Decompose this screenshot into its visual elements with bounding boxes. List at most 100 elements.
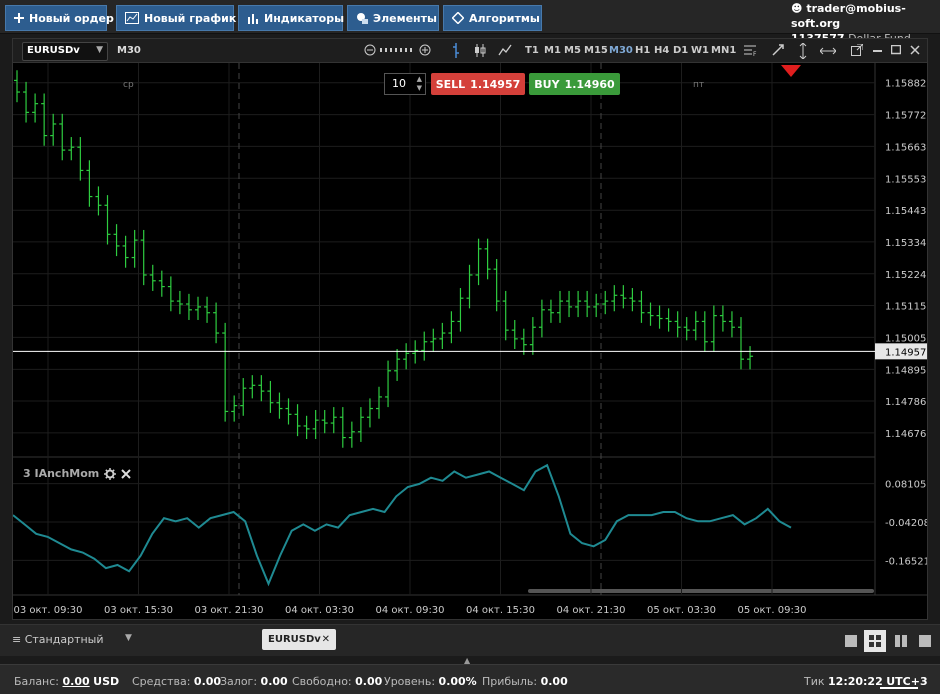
plus-icon [14,13,24,23]
time-tick-label: 03 окт. 21:30 [194,605,263,616]
layout-single-icon[interactable] [840,630,862,652]
indicator-tick-label: 0.08105 [885,480,926,491]
sell-label: SELL [435,77,466,91]
price-tick-label: 1.15553 [885,174,926,185]
margin: Залог: 0.00 [220,675,288,688]
layout-cascade-icon[interactable] [914,630,936,652]
lot-size-input[interactable]: 10 ▲ ▼ [384,73,426,95]
shapes-icon [357,13,368,24]
new-chart-label: Новый график [144,11,237,25]
time-tick-label: 03 окт. 09:30 [13,605,82,616]
price-tick-label: 1.15115 [885,301,926,312]
sell-button[interactable]: SELL 1.14957 [431,73,525,95]
indicators-label: Индикаторы [264,11,345,25]
profit: Прибыль: 0.00 [482,675,568,688]
tf-M1[interactable]: M1 [544,45,561,56]
chart-settings-icon[interactable]: F [743,44,757,57]
algorithms-button[interactable]: Алгоритмы [443,5,542,31]
new-order-label: Новый ордер [29,11,114,25]
chart-tab-label: EURUSDv [268,634,321,645]
workspace-select[interactable]: ≡ Стандартный [12,633,104,646]
chevron-down-icon[interactable]: ▼ [125,633,132,643]
workspace-bar: ≡ Стандартный ▼ EURUSDv ✕ [0,624,940,656]
tf-MN1[interactable]: MN1 [711,45,736,56]
price-tick-label: 1.15443 [885,206,926,217]
balance: Баланс: 0.00 USD [14,675,120,688]
buy-price: 1.14960 [564,77,615,91]
symbol-select[interactable]: EURUSDv ▼ [22,42,108,61]
current-timeframe: M30 [117,45,141,56]
trendline-icon[interactable] [771,43,785,57]
zoom-slider[interactable] [380,48,414,52]
main-toolbar: Новый ордер Новый график Индикаторы Элем… [0,0,940,45]
close-tab-icon[interactable]: ✕ [322,634,330,645]
margin-level: Уровень: 0.00% [384,675,477,688]
tf-D1[interactable]: D1 [673,45,688,56]
user-icon: ☻ [791,2,803,15]
buy-button[interactable]: BUY 1.14960 [529,73,620,95]
algorithms-label: Алгоритмы [469,11,540,25]
chart-toolbar: EURUSDv ▼ M30 T1 M1 M5 M15 M30 H1 H4 D1 … [13,39,927,63]
line-type-icon[interactable] [498,43,512,57]
status-bar: Баланс: 0.00 USD Средства: 0.00 Залог: 0… [0,664,940,694]
tf-M15[interactable]: M15 [584,45,608,56]
zoom-out-icon[interactable] [364,44,376,56]
vertical-line-icon[interactable] [799,43,807,59]
minimize-icon[interactable] [873,50,883,53]
time-tick-label: 04 окт. 21:30 [556,605,625,616]
price-tick-label: 1.15882 [885,79,926,90]
chart-icon [125,12,139,24]
tf-M5[interactable]: M5 [564,45,581,56]
elements-button[interactable]: Элементы [347,5,439,31]
chart-tab[interactable]: EURUSDv ✕ [262,629,336,650]
layout-columns-icon[interactable] [890,630,912,652]
day-label: ср [123,80,134,90]
symbol-value: EURUSDv [27,45,80,56]
bar-type-icon[interactable] [451,43,461,58]
trading-terminal: Новый ордер Новый график Индикаторы Элем… [0,0,940,694]
chart-plot[interactable]: 1.15882 1.15772 1.15663 1.15553 1.15443 1.153… [13,63,927,619]
indicator-tick-label: -0.16521 [885,556,927,567]
time-tick-label: 05 окт. 03:30 [647,605,716,616]
timezone-underline [880,687,918,689]
new-chart-button[interactable]: Новый график [116,5,237,31]
workspace-label: Стандартный [24,633,104,646]
tf-T1[interactable]: T1 [525,45,539,56]
close-indicator-icon[interactable] [121,468,131,479]
time-tick-label: 04 окт. 15:30 [466,605,535,616]
close-window-icon[interactable] [910,45,920,55]
new-order-button[interactable]: Новый ордер [5,5,114,31]
indicator-tick-label: -0.04208 [885,518,927,529]
chart-window: EURUSDv ▼ M30 T1 M1 M5 M15 M30 H1 H4 D1 … [12,38,928,620]
time-tick-label: 05 окт. 09:30 [737,605,806,616]
indicators-button[interactable]: Индикаторы [238,5,345,31]
layout-grid-icon[interactable] [864,630,886,652]
gear-icon[interactable] [104,467,117,480]
grid [13,63,927,619]
price-tick-label: 1.15224 [885,270,926,281]
detach-window-icon[interactable] [851,44,863,56]
spinner-icon[interactable]: ▲ ▼ [417,75,422,93]
maximize-icon[interactable] [891,45,901,55]
time-tick-label: 04 окт. 03:30 [285,605,354,616]
diamond-icon [452,12,464,24]
tf-H1[interactable]: H1 [635,45,650,56]
price-tick-label: 1.14676 [885,429,926,440]
menu-icon: ≡ [12,633,22,646]
price-tick-label: 1.15334 [885,238,926,249]
price-tick-label: 1.14895 [885,365,926,376]
candle-type-icon[interactable] [474,43,486,58]
svg-text:F: F [753,51,757,57]
indicator-name: 3 IAnchMom [23,467,100,480]
zoom-in-icon[interactable] [419,44,431,56]
tf-M30[interactable]: M30 [609,45,633,56]
elements-label: Элементы [373,11,437,25]
current-price-label: 1.14957 [885,347,926,358]
account-user: trader@mobius-soft.org [791,2,906,30]
free-margin: Свободно: 0.00 [292,675,383,688]
time-tick-label: 03 окт. 15:30 [104,605,173,616]
tf-H4[interactable]: H4 [654,45,669,56]
sell-price: 1.14957 [470,77,521,91]
tf-W1[interactable]: W1 [691,45,709,56]
horizontal-line-icon[interactable] [820,47,836,55]
